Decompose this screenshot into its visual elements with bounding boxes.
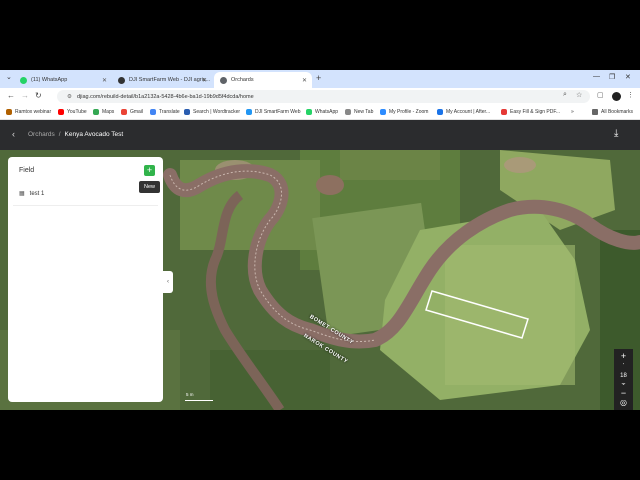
bookmark-item[interactable]: Easy Fill & Sign PDF... [501, 109, 560, 115]
bookmark-item[interactable]: DJI SmartFarm Web [246, 109, 300, 115]
zoom-in-button[interactable]: + [614, 349, 633, 363]
site-info-icon[interactable]: ⚙ [67, 94, 72, 100]
maps-icon [93, 109, 99, 115]
translate-icon [150, 109, 156, 115]
folder-icon [592, 109, 598, 115]
window-close-icon[interactable]: ✕ [625, 73, 631, 81]
screen: (11) WhatsApp ✕ DJI SmartFarm Web - DJI … [0, 70, 640, 410]
bookmark-item[interactable]: YouTube [58, 109, 87, 115]
panel-title: Field [19, 167, 35, 174]
tab-strip: (11) WhatsApp ✕ DJI SmartFarm Web - DJI … [0, 70, 640, 88]
menu-icon[interactable]: ⋮ [627, 91, 634, 99]
breadcrumb: Orchards / Kenya Avocado Test [28, 131, 123, 138]
breadcrumb-orchards[interactable]: Orchards [28, 131, 55, 138]
zoom-icon[interactable]: ⌕ [563, 91, 567, 99]
map-scale-bar [185, 400, 213, 401]
dji-icon [118, 76, 125, 84]
plus-icon: + [146, 165, 153, 175]
wordtracker-icon [184, 109, 190, 115]
all-bookmarks[interactable]: All Bookmarks [592, 109, 633, 115]
new-tooltip: New [139, 181, 161, 193]
zoom-out-button[interactable]: − [614, 386, 633, 400]
toolbar: ← → ↻ ⚙ djiag.com/rebuild-detail/b1a2132… [0, 88, 640, 105]
close-icon[interactable]: ✕ [202, 77, 207, 84]
bookmark-star-icon[interactable]: ☆ [576, 91, 582, 99]
field-name: test 1 [29, 190, 45, 197]
whatsapp-icon [20, 76, 27, 84]
tab-search-icon[interactable]: ⌄ [6, 73, 12, 81]
youtube-icon [58, 109, 64, 115]
reload-icon[interactable]: ↻ [35, 91, 42, 100]
collapse-panel-button[interactable]: ‹ [163, 271, 173, 293]
zoom-app-icon [380, 109, 386, 115]
tab-whatsapp[interactable]: (11) WhatsApp ✕ [14, 72, 112, 88]
tab-label: (11) WhatsApp [31, 77, 68, 83]
tab-dji-smartfarm[interactable]: DJI SmartFarm Web - DJI agric... ✕ [112, 72, 212, 88]
minimize-icon[interactable]: — [593, 73, 600, 80]
add-field-button[interactable]: + [144, 165, 155, 176]
bookmark-item[interactable]: New Tab [345, 109, 373, 115]
whatsapp-icon [306, 109, 312, 115]
bookmark-item[interactable]: Ramtox webinar [6, 109, 51, 115]
breadcrumb-separator: / [58, 131, 61, 138]
app-header: ‹ Orchards / Kenya Avocado Test ⤓ [0, 120, 640, 150]
new-tab-icon[interactable]: + [316, 73, 321, 83]
download-icon[interactable]: ⤓ [614, 128, 618, 139]
map-scale-label: 5 m [186, 392, 194, 397]
gmail-icon [121, 109, 127, 115]
account-icon [437, 109, 443, 115]
tab-label: Orchards [231, 77, 254, 83]
extensions-icon[interactable]: ▢ [597, 91, 604, 99]
close-icon[interactable]: ✕ [102, 77, 107, 84]
bookmarks-overflow-icon[interactable]: » [571, 109, 574, 115]
globe-icon [220, 76, 227, 84]
bookmark-item[interactable]: Maps [93, 109, 114, 115]
list-item-field[interactable]: ▦ test 1 [19, 190, 45, 198]
profile-avatar[interactable] [612, 92, 621, 101]
back-icon[interactable]: ← [7, 91, 15, 100]
dji-icon [246, 109, 252, 115]
bookmark-item[interactable]: WhatsApp [306, 109, 338, 115]
bookmark-item[interactable]: Translate [150, 109, 180, 115]
maximize-icon[interactable]: ❐ [609, 73, 615, 81]
field-panel: Field + New ▦ test 1 [8, 157, 163, 402]
bookmark-item[interactable]: My Profile - Zoom [380, 109, 428, 115]
url-text: djiag.com/rebuild-detail/b1a2132a-5428-4… [76, 93, 254, 100]
divider [13, 205, 158, 206]
field-grid-icon: ▦ [19, 191, 25, 197]
page-icon [345, 109, 351, 115]
bookmark-item[interactable]: Gmail [121, 109, 143, 115]
bookmark-icon [6, 109, 12, 115]
pdf-icon [501, 109, 507, 115]
bookmarks-bar: Ramtox webinar YouTube Maps Gmail Transl… [0, 105, 640, 120]
zoom-level: 18 [614, 369, 633, 383]
tab-orchards[interactable]: Orchards ✕ [214, 72, 312, 88]
forward-icon[interactable]: → [21, 91, 29, 100]
bookmark-item[interactable]: Search | Wordtracker [184, 109, 240, 115]
bookmark-item[interactable]: My Account | After... [437, 109, 490, 115]
close-icon[interactable]: ✕ [302, 77, 307, 84]
back-arrow-icon[interactable]: ‹ [12, 129, 15, 139]
breadcrumb-current: Kenya Avocado Test [64, 131, 124, 138]
tab-label: DJI SmartFarm Web - DJI agric... [129, 77, 211, 83]
address-bar[interactable]: ⚙ djiag.com/rebuild-detail/b1a2132a-5428… [57, 90, 590, 103]
